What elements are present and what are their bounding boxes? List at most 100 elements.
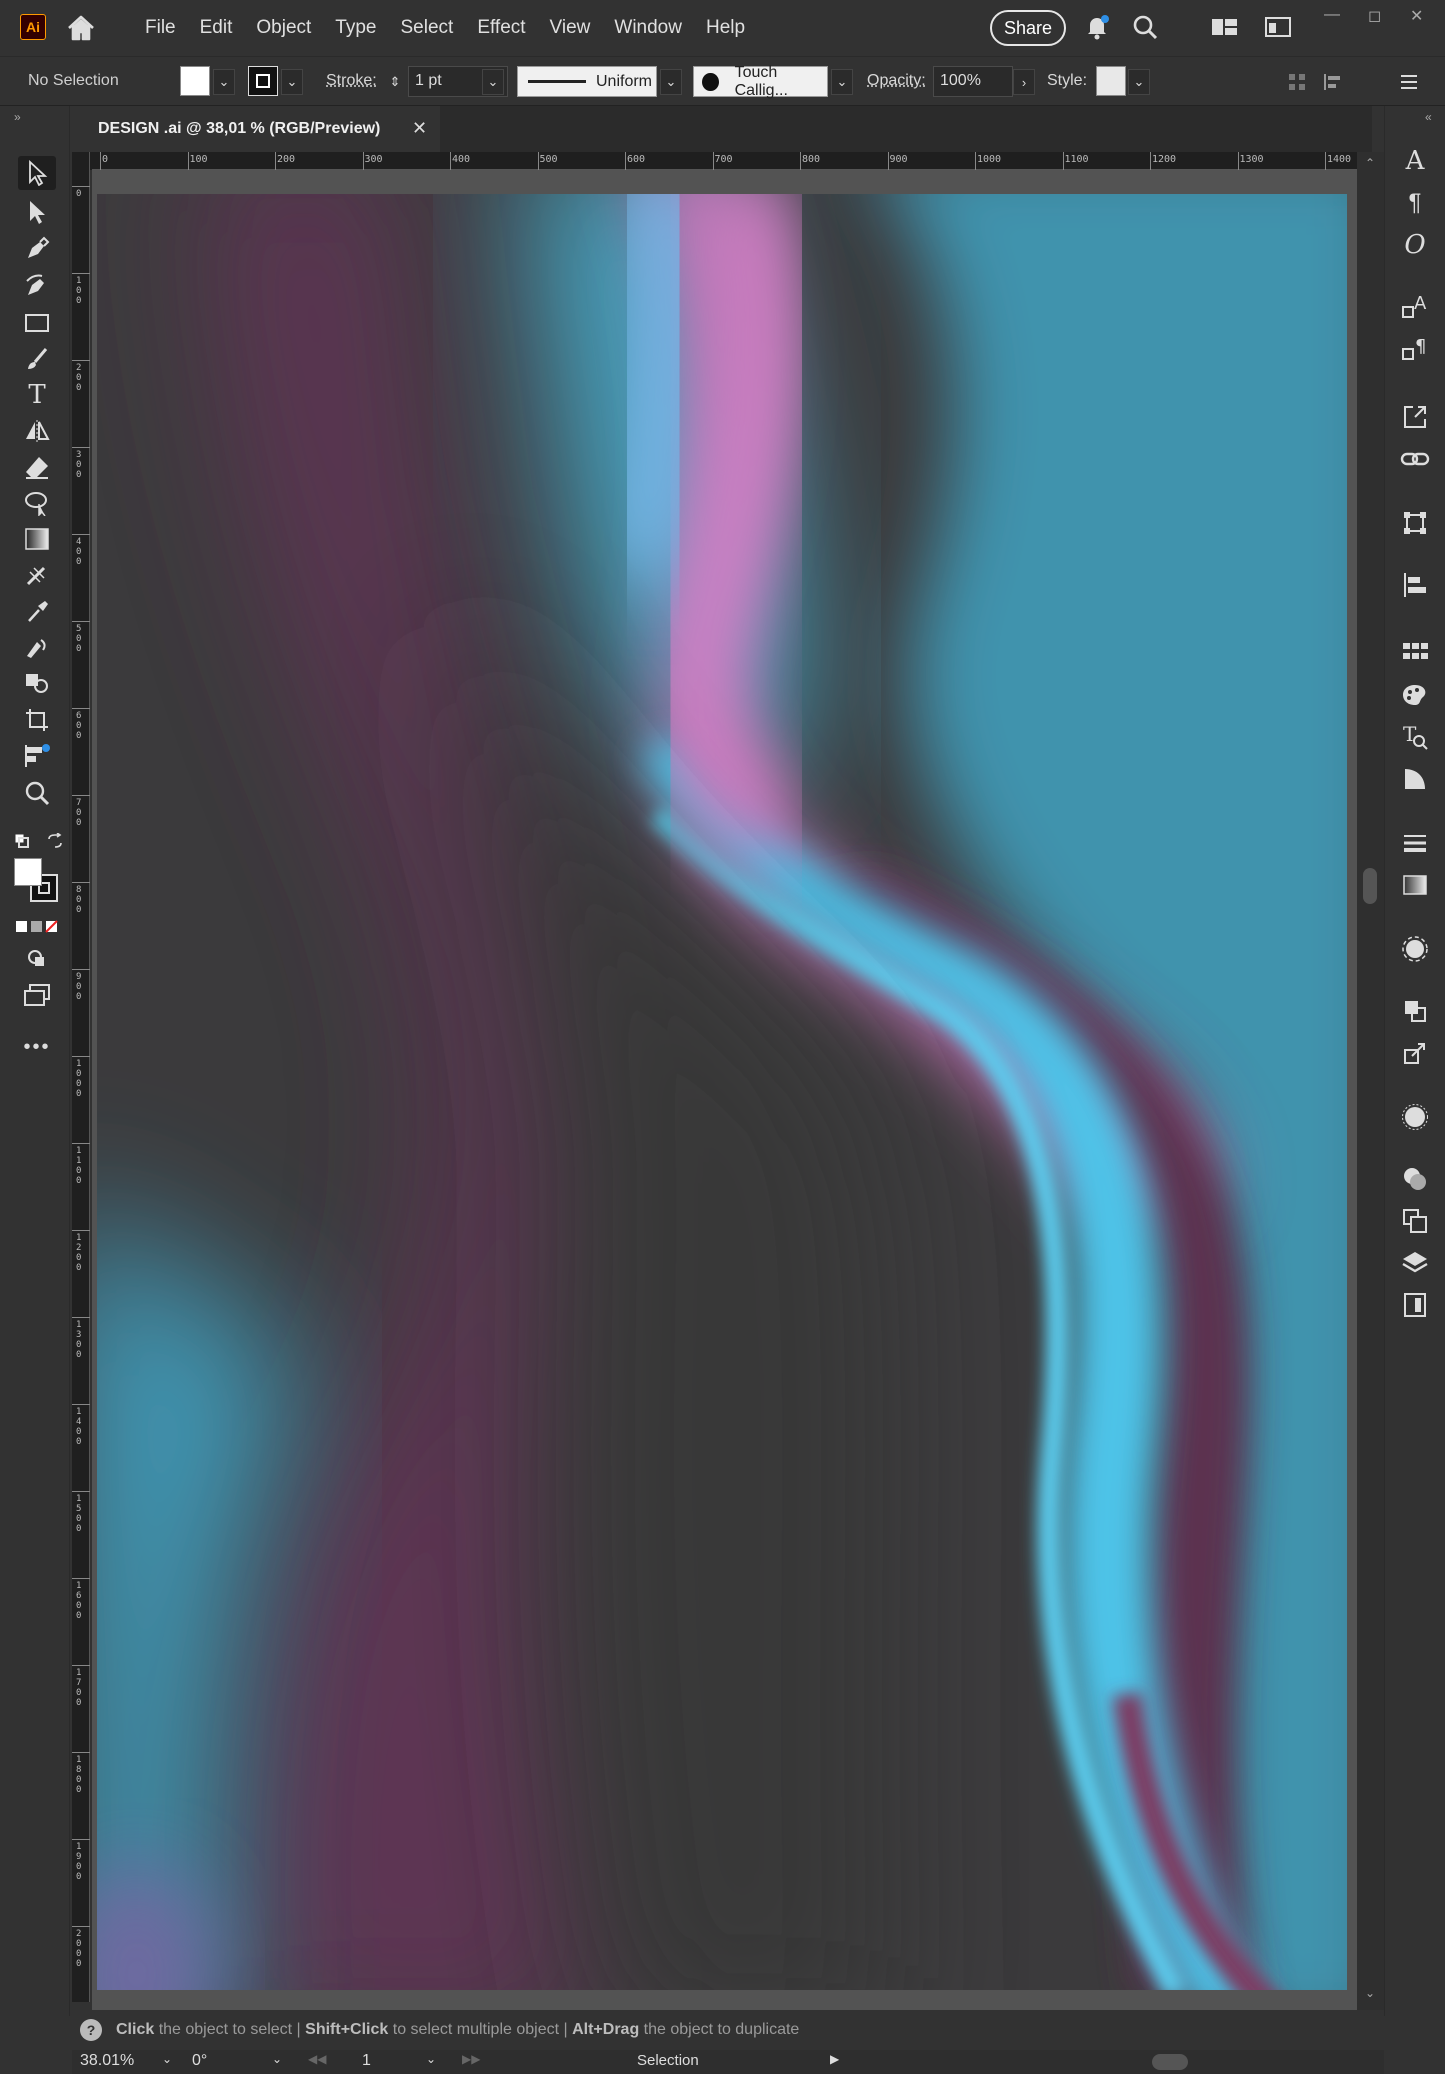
fill-swatch[interactable]: [180, 66, 210, 96]
links-panel-icon[interactable]: [1397, 442, 1433, 476]
artboard-number[interactable]: 1: [362, 2052, 371, 2070]
curvature-tool-icon[interactable]: [18, 269, 56, 303]
maximize-icon[interactable]: ◻: [1368, 6, 1381, 26]
opentype-panel-icon[interactable]: O: [1397, 228, 1433, 262]
appearance-panel-icon[interactable]: [1397, 932, 1433, 966]
export-icon[interactable]: [1397, 400, 1433, 434]
transparency-panel-icon[interactable]: [1397, 1100, 1433, 1134]
tool-mode[interactable]: Selection: [637, 2052, 699, 2069]
rectangle-tool-icon[interactable]: [18, 306, 56, 340]
artboards-panel-icon[interactable]: [1397, 1204, 1433, 1238]
menu-type[interactable]: Type: [323, 17, 388, 39]
menu-help[interactable]: Help: [694, 17, 757, 39]
vertical-ruler[interactable]: 0 100 200 300 400 500 600 700 800 900 1000 1100 1200…: [72, 152, 90, 2002]
gradient-panel-icon[interactable]: [1397, 868, 1433, 902]
vertical-scroll-thumb[interactable]: [1363, 868, 1377, 904]
edit-toolbar-icon[interactable]: •••: [18, 1030, 56, 1064]
reflect-tool-icon[interactable]: [18, 414, 56, 448]
paragraph-styles-icon[interactable]: ¶: [1397, 332, 1433, 366]
direct-selection-tool-icon[interactable]: [18, 195, 56, 229]
close-window-icon[interactable]: ✕: [1410, 6, 1423, 26]
artboard-tool-icon[interactable]: [18, 703, 56, 737]
collapse-toolbar-icon[interactable]: »: [14, 110, 21, 124]
swap-colors-icon[interactable]: [46, 832, 64, 849]
graph-tool-icon[interactable]: [18, 739, 56, 773]
swatches-panel-icon[interactable]: [1397, 636, 1433, 670]
stroke-label[interactable]: Stroke:: [326, 72, 377, 90]
opacity-input[interactable]: 100%: [933, 66, 1013, 97]
menu-edit[interactable]: Edit: [188, 17, 245, 39]
stroke-weight-stepper[interactable]: ⇕: [384, 69, 406, 95]
find-font-icon[interactable]: T: [1397, 720, 1433, 754]
menu-select[interactable]: Select: [389, 17, 466, 39]
close-tab-icon[interactable]: ✕: [412, 118, 427, 139]
menu-window[interactable]: Window: [602, 17, 694, 39]
lasso-tool-icon[interactable]: [18, 486, 56, 520]
eyedropper-tool-icon[interactable]: [18, 594, 56, 628]
gradient-tool-icon[interactable]: [18, 522, 56, 556]
arrange-documents-icon[interactable]: [1210, 12, 1240, 42]
last-artboard-icon[interactable]: ▶▶: [462, 2052, 480, 2066]
mode-arrow-icon[interactable]: ▶: [830, 2052, 839, 2066]
mesh-tool-icon[interactable]: [18, 558, 56, 592]
shape-builder-tool-icon[interactable]: [18, 666, 56, 700]
layers-panel-icon[interactable]: [1397, 1246, 1433, 1280]
zoom-level[interactable]: 38.01%: [80, 2052, 134, 2070]
align-panel-icon[interactable]: [1397, 568, 1433, 602]
draw-mode-icon[interactable]: [18, 942, 56, 976]
opacity-label[interactable]: Opacity:: [867, 72, 926, 90]
document-tab[interactable]: DESIGN .ai @ 38,01 % (RGB/Preview) ✕: [72, 106, 440, 152]
panel-menu-icon[interactable]: [1394, 67, 1424, 97]
eraser-tool-icon[interactable]: [18, 450, 56, 484]
zoom-dropdown[interactable]: ⌄: [162, 2052, 172, 2066]
transform-panel-icon[interactable]: [1397, 506, 1433, 540]
menu-effect[interactable]: Effect: [465, 17, 537, 39]
fill-dropdown[interactable]: ⌄: [213, 69, 235, 95]
rotation-dropdown[interactable]: ⌄: [272, 2052, 282, 2066]
transform-icon[interactable]: [1282, 67, 1312, 97]
pen-tool-icon[interactable]: [18, 232, 56, 266]
menu-view[interactable]: View: [538, 17, 603, 39]
graphic-styles-icon[interactable]: [1397, 762, 1433, 796]
artboard[interactable]: [97, 194, 1347, 1990]
collapse-dock-icon[interactable]: «: [1425, 110, 1432, 124]
vertical-scrollbar[interactable]: ⌃ ⌄: [1357, 152, 1384, 2010]
menu-file[interactable]: File: [133, 17, 188, 39]
paintbrush-tool-icon[interactable]: [18, 342, 56, 376]
workspace-icon[interactable]: [1263, 12, 1293, 42]
stroke-profile-select[interactable]: Uniform: [517, 66, 657, 97]
opacity-arrow[interactable]: ›: [1013, 69, 1035, 95]
style-swatch[interactable]: [1096, 66, 1126, 96]
brush-select[interactable]: Touch Callig...: [693, 64, 828, 99]
character-panel-icon[interactable]: A: [1397, 144, 1433, 178]
search-icon[interactable]: [1130, 12, 1160, 42]
type-tool-icon[interactable]: T: [18, 378, 56, 412]
horizontal-scrollbar[interactable]: [862, 2052, 1372, 2072]
zoom-tool-icon[interactable]: [18, 776, 56, 810]
help-icon[interactable]: ?: [80, 2019, 102, 2041]
default-colors-icon[interactable]: [14, 833, 30, 849]
blend-tool-icon[interactable]: [18, 630, 56, 664]
rotation-value[interactable]: 0°: [192, 2052, 207, 2070]
align-options-icon[interactable]: [1320, 67, 1350, 97]
color-modes-icon[interactable]: [16, 920, 60, 934]
home-icon[interactable]: [66, 14, 96, 42]
first-artboard-icon[interactable]: ◀◀: [308, 2052, 326, 2066]
libraries-panel-icon[interactable]: [1397, 1288, 1433, 1322]
menu-object[interactable]: Object: [244, 17, 323, 39]
scroll-up-icon[interactable]: ⌃: [1365, 156, 1375, 170]
stroke-panel-icon[interactable]: [1397, 826, 1433, 860]
bell-icon[interactable]: [1082, 12, 1112, 42]
stroke-dropdown[interactable]: ⌄: [281, 69, 303, 95]
share-button[interactable]: Share: [990, 10, 1066, 46]
stroke-weight-dropdown[interactable]: ⌄: [482, 69, 504, 95]
fill-color-swatch[interactable]: [14, 858, 42, 886]
character-styles-icon[interactable]: A: [1397, 290, 1433, 324]
horizontal-ruler[interactable]: 0 100 200 300 400 500 600 700 800 900 1000 1100 1200…: [92, 152, 1357, 170]
selection-tool-icon[interactable]: [18, 156, 56, 190]
paragraph-panel-icon[interactable]: ¶: [1397, 186, 1433, 220]
horizontal-scroll-thumb[interactable]: [1152, 2054, 1188, 2070]
symbols-panel-icon[interactable]: [1397, 1162, 1433, 1196]
scroll-down-icon[interactable]: ⌄: [1365, 1986, 1375, 2000]
artboard-dropdown[interactable]: ⌄: [426, 2052, 436, 2066]
